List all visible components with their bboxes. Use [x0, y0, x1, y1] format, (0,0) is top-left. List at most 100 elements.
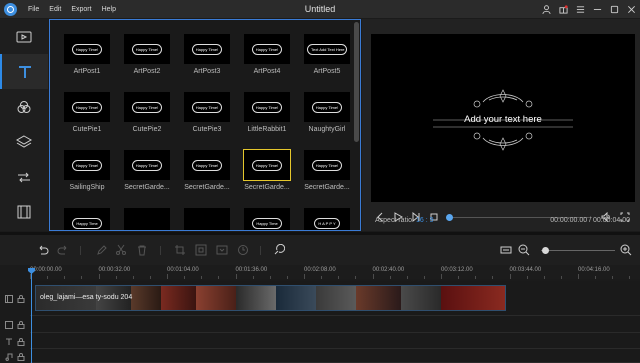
music-track[interactable]: [30, 349, 640, 363]
account-icon[interactable]: [538, 0, 555, 18]
template-thumbnail[interactable]: Happy Time!: [304, 150, 350, 180]
template-thumbnail[interactable]: Happy Time: [244, 208, 290, 230]
template-thumbnail[interactable]: [124, 208, 170, 230]
redo-icon[interactable]: [57, 244, 69, 256]
template-thumbnail-text: Happy Time!: [191, 43, 223, 55]
zoom-knob[interactable]: [541, 247, 549, 254]
progress-knob[interactable]: [446, 214, 453, 221]
text-track[interactable]: [30, 333, 640, 349]
menu-icon[interactable]: [572, 0, 589, 18]
video-clip[interactable]: oleg_lajami—esa ty-sodu 204: [35, 285, 506, 311]
close-icon[interactable]: [623, 0, 640, 18]
text-template-item[interactable]: Happy Time! SecretGarde...: [237, 149, 297, 191]
elements-tab[interactable]: [0, 194, 48, 229]
menu-help[interactable]: Help: [97, 6, 121, 13]
text-template-item[interactable]: Happy Time! ArtPost1: [57, 34, 117, 75]
template-thumbnail[interactable]: Happy Time!: [124, 92, 170, 122]
text-template-item[interactable]: Happy Time: [57, 208, 117, 230]
edit-pencil-icon[interactable]: [96, 244, 108, 256]
ruler-tick: [269, 276, 271, 279]
voiceover-icon[interactable]: [273, 243, 286, 256]
template-thumbnail[interactable]: Happy Time!: [304, 92, 350, 122]
template-thumbnail[interactable]: Happy Time!: [184, 92, 230, 122]
ruler-tick-label: 00:03:12.00: [441, 267, 473, 273]
text-template-item[interactable]: H A P P Y: [297, 208, 357, 230]
transitions-tab[interactable]: [0, 159, 48, 194]
template-thumbnail[interactable]: Happy Time!: [184, 34, 230, 64]
clip-frame: [316, 286, 356, 310]
template-label: CutePie1: [72, 126, 102, 133]
template-thumbnail[interactable]: Happy Time!: [244, 92, 290, 122]
template-thumbnail[interactable]: Happy Time!: [244, 34, 290, 64]
text-template-item[interactable]: Happy Time! ArtPost2: [117, 34, 177, 75]
undo-icon[interactable]: [37, 244, 49, 256]
zoom-slider[interactable]: [541, 247, 615, 254]
lock-icon[interactable]: [17, 338, 25, 346]
template-label: SailingShip: [69, 184, 105, 191]
overlays-tab[interactable]: [0, 124, 48, 159]
scissors-icon[interactable]: [115, 244, 127, 256]
template-label: ArtPost2: [133, 68, 161, 75]
template-thumbnail[interactable]: Happy Time!: [124, 34, 170, 64]
duration-icon[interactable]: [237, 244, 249, 256]
library-scrollbar[interactable]: [354, 22, 359, 228]
mosaic-icon[interactable]: [195, 244, 207, 256]
lock-icon[interactable]: [17, 295, 25, 303]
template-thumbnail[interactable]: Happy Time!: [64, 150, 110, 180]
lock-icon[interactable]: [17, 353, 25, 361]
gift-icon[interactable]: [555, 0, 572, 18]
text-template-item[interactable]: Happy Time! SecretGarde...: [297, 150, 357, 191]
edit-toolbar: [0, 235, 640, 265]
text-template-item[interactable]: Happy Time! SecretGarde...: [177, 150, 237, 191]
template-thumbnail[interactable]: Happy Time!: [124, 150, 170, 180]
text-template-item[interactable]: Happy Time! CutePie1: [57, 92, 117, 133]
menu-file[interactable]: File: [23, 6, 44, 13]
text-template-item[interactable]: [177, 208, 237, 230]
aspect-ratio-value[interactable]: 16 : 9: [416, 217, 434, 224]
template-thumbnail[interactable]: Happy Time!: [243, 149, 291, 181]
zoom-out-icon[interactable]: [518, 244, 530, 256]
delete-icon[interactable]: [136, 244, 148, 256]
text-template-item[interactable]: Happy Time! ArtPost4: [237, 34, 297, 75]
crop-icon[interactable]: [174, 244, 186, 256]
media-tab[interactable]: [0, 19, 48, 54]
text-template-item[interactable]: Happy Time! NaughtyGirl: [297, 92, 357, 133]
text-template-item[interactable]: [117, 208, 177, 230]
text-template-item[interactable]: Happy Time! LittleRabbit1: [237, 92, 297, 133]
template-thumbnail[interactable]: [184, 208, 230, 230]
template-thumbnail[interactable]: Happy Time!: [64, 34, 110, 64]
lock-icon[interactable]: [17, 321, 25, 329]
text-tab[interactable]: [0, 54, 48, 89]
text-template-item[interactable]: Happy Time! CutePie2: [117, 92, 177, 133]
template-thumbnail[interactable]: Text Add Text Here: [304, 34, 350, 64]
template-thumbnail[interactable]: Happy Time: [64, 208, 110, 230]
template-thumbnail[interactable]: Happy Time!: [64, 92, 110, 122]
video-track-head: [0, 287, 30, 311]
template-thumbnail[interactable]: Happy Time!: [184, 150, 230, 180]
library-scroll-thumb[interactable]: [354, 22, 359, 142]
ruler-tick: [338, 276, 340, 279]
text-template-item[interactable]: Happy Time! SecretGarde...: [117, 150, 177, 191]
overlay-track[interactable]: [30, 316, 640, 333]
text-template-item[interactable]: Happy Time! SailingShip: [57, 150, 117, 191]
ruler-tick: [98, 274, 100, 279]
text-template-item[interactable]: Happy Time! CutePie3: [177, 92, 237, 133]
timeline-ruler[interactable]: 00:00:00.00 00:00:32.00 00:01:04.00 00:01:3…: [30, 265, 640, 279]
text-template-item[interactable]: Happy Time: [237, 208, 297, 230]
text-template-item[interactable]: Text Add Text Here ArtPost5: [297, 34, 357, 75]
minimize-icon[interactable]: [589, 0, 606, 18]
preview-canvas[interactable]: Add your text here: [371, 34, 635, 202]
menu-export[interactable]: Export: [66, 6, 96, 13]
template-thumbnail-text: Happy Time!: [71, 159, 103, 171]
menu-edit[interactable]: Edit: [44, 6, 66, 13]
text-template-item[interactable]: Happy Time! ArtPost3: [177, 34, 237, 75]
template-thumbnail[interactable]: H A P P Y: [304, 208, 350, 230]
filters-tab[interactable]: [0, 89, 48, 124]
fit-timeline-icon[interactable]: [500, 244, 512, 256]
freeze-frame-icon[interactable]: [216, 244, 228, 256]
template-thumbnail-text: Happy Time!: [251, 101, 283, 113]
maximize-icon[interactable]: [606, 0, 623, 18]
preview-overlay-text[interactable]: Add your text here: [371, 114, 635, 125]
zoom-in-icon[interactable]: [620, 244, 632, 256]
playhead[interactable]: [28, 268, 35, 363]
